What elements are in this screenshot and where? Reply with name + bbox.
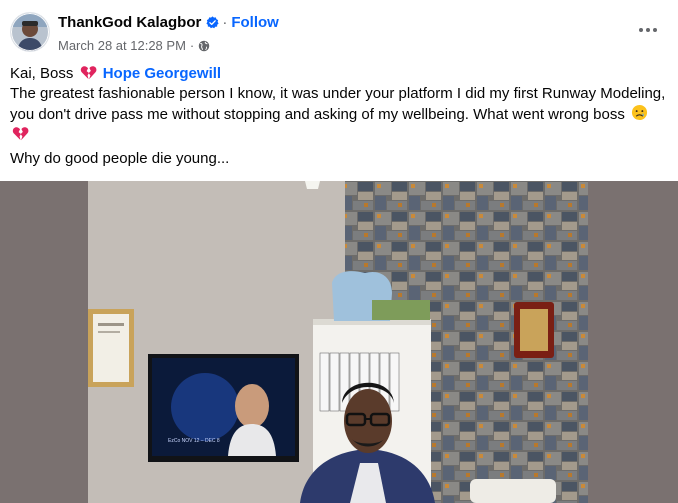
body-text: The greatest fashionable person I know, … [10,85,666,123]
post-closing-line: Why do good people die young... [10,150,230,167]
post-text-line-2: The greatest fashionable person I know, … [10,84,670,145]
facebook-post: ThankGod Kalagbor · Follow March 28 at 1… [0,0,678,503]
broken-heart-emoji-icon [12,127,29,141]
greeting-text: Kai, Boss [10,65,74,82]
post-text: Kai, Boss Hope Georgewill The greatest f… [10,64,670,145]
author-separator: · [222,14,228,31]
broken-heart-emoji-icon [80,66,96,80]
globe-icon [199,40,210,51]
meta-separator: · [189,38,195,53]
author-name[interactable]: ThankGod Kalagbor [58,14,201,31]
post-photo[interactable]: EzCo NOV 12 – DEC 8 [0,181,678,503]
mention-link[interactable]: Hope Georgewill [103,65,221,82]
avatar-image [11,13,49,51]
post-meta: March 28 at 12:28 PM · [58,38,210,53]
post-text-line-1: Kai, Boss Hope Georgewill [10,64,670,84]
svg-text:EzCo NOV 12 – DEC 8: EzCo NOV 12 – DEC 8 [168,438,220,444]
photo-scene: EzCo NOV 12 – DEC 8 [0,181,678,503]
author-line: ThankGod Kalagbor · Follow [58,14,279,31]
verified-badge-icon [206,16,219,29]
sad-face-emoji-icon [631,104,648,121]
post-timestamp[interactable]: March 28 at 12:28 PM [58,38,186,53]
follow-button[interactable]: Follow [231,14,279,31]
author-avatar[interactable] [11,13,49,51]
more-horizontal-icon[interactable] [636,22,660,38]
post-header: ThankGod Kalagbor · Follow March 28 at 1… [0,0,678,58]
